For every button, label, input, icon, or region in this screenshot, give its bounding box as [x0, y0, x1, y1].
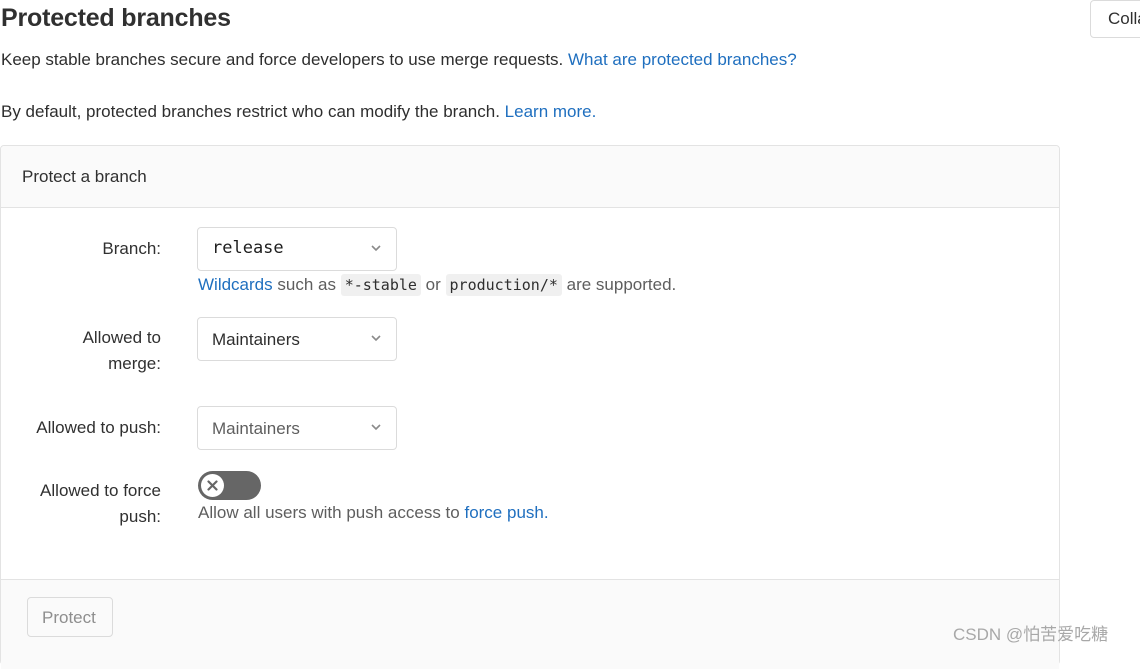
allowed-to-merge-select[interactable]: Maintainers — [197, 317, 397, 361]
branch-help-text-1: such as — [277, 275, 336, 294]
chevron-down-icon — [371, 424, 381, 431]
watermark: CSDN @怕苦爱吃糖 — [953, 625, 1109, 644]
allowed-to-force-push-label-line2: push: — [119, 507, 161, 526]
panel-title: Protect a branch — [1, 146, 1059, 208]
close-icon — [207, 480, 218, 491]
allowed-to-push-value: Maintainers — [212, 419, 300, 438]
allowed-to-force-push-label-line1: Allowed to force — [40, 481, 161, 500]
allowed-to-force-push-label: Allowed to force push: — [1, 478, 161, 530]
page-title: Protected branches — [1, 4, 231, 32]
panel-footer: Protect — [1, 579, 1059, 669]
intro-line-2: By default, protected branches restrict … — [1, 102, 596, 122]
protect-branch-panel: Protect a branch Branch: release Wildcar… — [0, 145, 1060, 669]
force-push-help-text: Allow all users with push access to — [198, 503, 460, 522]
branch-select-value: release — [212, 238, 284, 258]
code-production: production/* — [445, 274, 562, 296]
force-push-help: Allow all users with push access to forc… — [198, 503, 549, 523]
collapse-button[interactable]: Collapse — [1090, 0, 1140, 38]
intro-text-1: Keep stable branches secure and force de… — [1, 50, 564, 69]
what-are-protected-branches-link[interactable]: What are protected branches? — [568, 50, 797, 69]
branch-help: Wildcards such as *-stable or production… — [198, 274, 677, 296]
protect-button[interactable]: Protect — [27, 597, 113, 637]
allowed-to-merge-label-line1: Allowed to — [82, 328, 161, 347]
allowed-to-merge-value: Maintainers — [212, 330, 300, 349]
branch-label: Branch: — [102, 239, 161, 258]
intro-text-2: By default, protected branches restrict … — [1, 102, 500, 121]
branch-help-text-2: or — [425, 275, 441, 294]
allowed-to-push-label: Allowed to push: — [36, 418, 161, 437]
learn-more-link[interactable]: Learn more. — [505, 102, 597, 121]
toggle-knob — [201, 474, 224, 497]
chevron-down-icon — [371, 335, 381, 342]
branch-select[interactable]: release — [197, 227, 397, 271]
force-push-link[interactable]: force push. — [464, 503, 548, 522]
allowed-to-merge-label: Allowed to merge: — [1, 325, 161, 377]
code-stable: *-stable — [340, 274, 421, 296]
wildcards-link[interactable]: Wildcards — [198, 275, 273, 294]
force-push-toggle[interactable] — [198, 471, 261, 500]
allowed-to-push-select[interactable]: Maintainers — [197, 406, 397, 450]
intro-line-1: Keep stable branches secure and force de… — [1, 50, 797, 70]
chevron-down-icon — [371, 245, 381, 252]
branch-help-text-3: are supported. — [566, 275, 677, 294]
allowed-to-merge-label-line2: merge: — [108, 354, 161, 373]
